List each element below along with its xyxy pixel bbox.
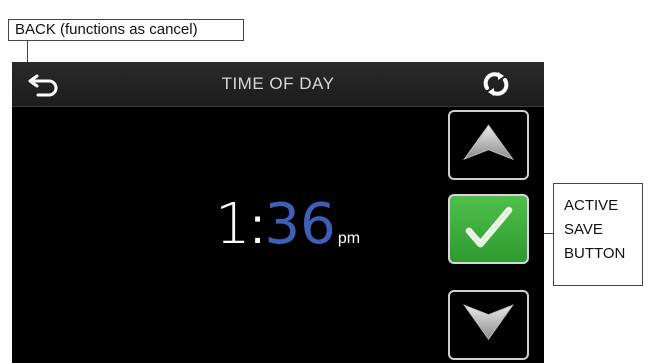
- increment-button[interactable]: [448, 110, 529, 180]
- time-minutes[interactable]: 36: [265, 190, 336, 260]
- save-callout-line-1: ACTIVE: [564, 197, 619, 214]
- back-arrow-icon: [28, 74, 58, 97]
- sync-button[interactable]: [478, 70, 514, 98]
- back-callout-text: BACK (functions as cancel): [15, 21, 198, 38]
- time-ampm[interactable]: pm: [338, 230, 360, 248]
- page-title: TIME OF DAY: [221, 74, 335, 93]
- time-separator: :: [250, 198, 265, 254]
- back-callout-leader-line: [27, 41, 28, 62]
- back-callout-label: BACK (functions as cancel): [8, 19, 244, 41]
- time-display: 1:36 pm: [215, 190, 360, 260]
- title-bar: TIME OF DAY: [12, 62, 544, 107]
- chevron-up-icon: [462, 124, 515, 161]
- save-callout-label: ACTIVE SAVE BUTTON: [553, 183, 643, 286]
- chevron-down-icon: [462, 304, 515, 340]
- save-button[interactable]: [448, 194, 529, 264]
- save-callout-line-2: SAVE: [564, 221, 603, 238]
- checkmark-icon: [465, 206, 513, 248]
- time-hour[interactable]: 1: [215, 190, 251, 260]
- decrement-button[interactable]: [448, 290, 529, 360]
- back-button[interactable]: [24, 70, 64, 98]
- sync-icon: [483, 72, 509, 96]
- save-callout-line-3: BUTTON: [564, 245, 626, 262]
- device-screen: TIME OF DAY 1:36 pm: [12, 62, 544, 363]
